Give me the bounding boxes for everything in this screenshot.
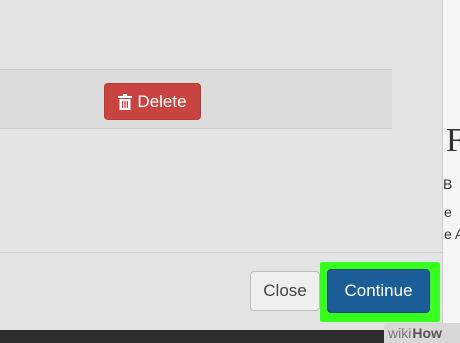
trash-icon [118,93,133,110]
watermark-how: How [412,325,442,341]
background-text-line: B [443,176,453,192]
continue-button[interactable]: Continue [327,269,430,313]
delete-button-label: Delete [137,91,187,111]
delete-button[interactable]: Delete [104,83,201,120]
wikihow-watermark: wiki How [384,323,460,343]
close-button[interactable]: Close [250,271,320,311]
background-heading: F [446,122,460,159]
background-text-line: e [444,204,452,220]
background-text-line: e A [444,226,460,242]
watermark-wiki: wiki [388,325,412,341]
